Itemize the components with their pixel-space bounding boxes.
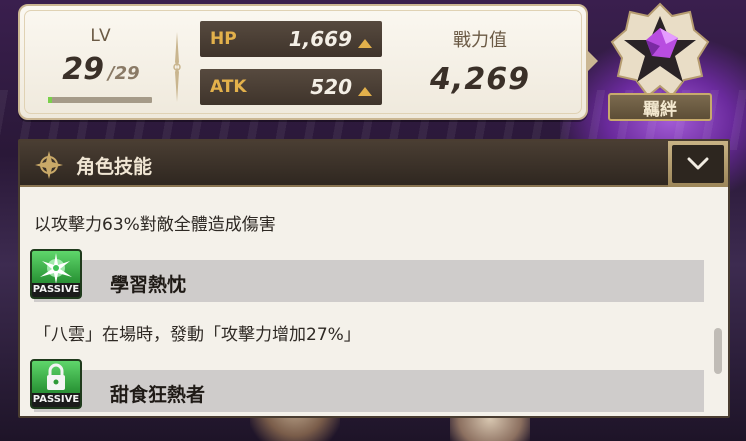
level-max: 29: [114, 63, 140, 84]
skill-name: 甜食狂熱者: [110, 384, 206, 406]
skill-intro-text: 以攻擊力63%對敵全體造成傷害: [34, 215, 276, 235]
skills-scrollbar[interactable]: [714, 237, 722, 418]
skill-row-sweets[interactable]: 甜食狂熱者: [34, 370, 704, 412]
power-label: 戰力值: [453, 30, 507, 51]
hp-stat: HP 1,669: [200, 21, 382, 57]
bond-button[interactable]: 羈絆: [602, 0, 720, 124]
hp-label: HP: [210, 29, 237, 49]
passive-tag: PASSIVE: [32, 393, 80, 407]
skill-description: 「八雲」在場時，發動「攻擊力增加27%」: [34, 325, 361, 345]
atk-label: ATK: [210, 77, 247, 97]
skills-toggle-button[interactable]: [668, 141, 728, 187]
level-label: LV: [90, 26, 112, 46]
skills-title: 角色技能: [76, 156, 153, 178]
bond-label: 羈絆: [608, 93, 712, 121]
hp-value: 1,669: [288, 27, 352, 51]
character-stats-panel: LV 29/29 HP 1,669 ATK 520 戰力值 4,269: [18, 4, 598, 120]
compass-icon: [35, 151, 63, 179]
skills-list[interactable]: 以攻擊力63%對敵全體造成傷害 學習熱忱 PASSIVE 「八雲」在場時，發動「…: [20, 189, 728, 418]
divider-ornament-icon: [173, 32, 181, 102]
skills-panel: 角色技能 以攻擊力63%對敵全體造成傷害 學習熱忱 PASSIVE 「八雲」在場…: [18, 139, 730, 418]
level-values: 29/29: [46, 52, 156, 87]
panel-arrow-icon: [588, 51, 598, 71]
chevron-down-icon: [687, 157, 709, 170]
atk-stat: ATK 520: [200, 69, 382, 105]
star-gem-icon: [610, 2, 710, 98]
level-progress-fill: [48, 97, 53, 103]
atk-value: 520: [310, 75, 352, 99]
level-separator: /: [108, 63, 115, 84]
level-progress-bar: [48, 97, 152, 103]
skill-name: 學習熱忱: [110, 274, 187, 296]
skills-toggle-inner: [672, 145, 724, 183]
level-block: LV 29/29: [46, 26, 156, 87]
power-block: 戰力值 4,269: [410, 26, 550, 97]
passive-skill-icon-locked[interactable]: PASSIVE: [30, 359, 82, 409]
level-current: 29: [62, 52, 105, 87]
atk-increase-icon: [358, 86, 372, 96]
passive-skill-icon[interactable]: PASSIVE: [30, 249, 82, 299]
hp-increase-icon: [358, 38, 372, 48]
scrollbar-thumb[interactable]: [714, 328, 722, 374]
power-value: 4,269: [430, 62, 530, 97]
skill-row-study[interactable]: 學習熱忱: [34, 260, 704, 302]
sparkle-burst-icon: [40, 253, 72, 284]
passive-tag: PASSIVE: [32, 283, 80, 297]
skills-header: 角色技能: [20, 141, 728, 187]
lock-icon: [47, 363, 65, 390]
